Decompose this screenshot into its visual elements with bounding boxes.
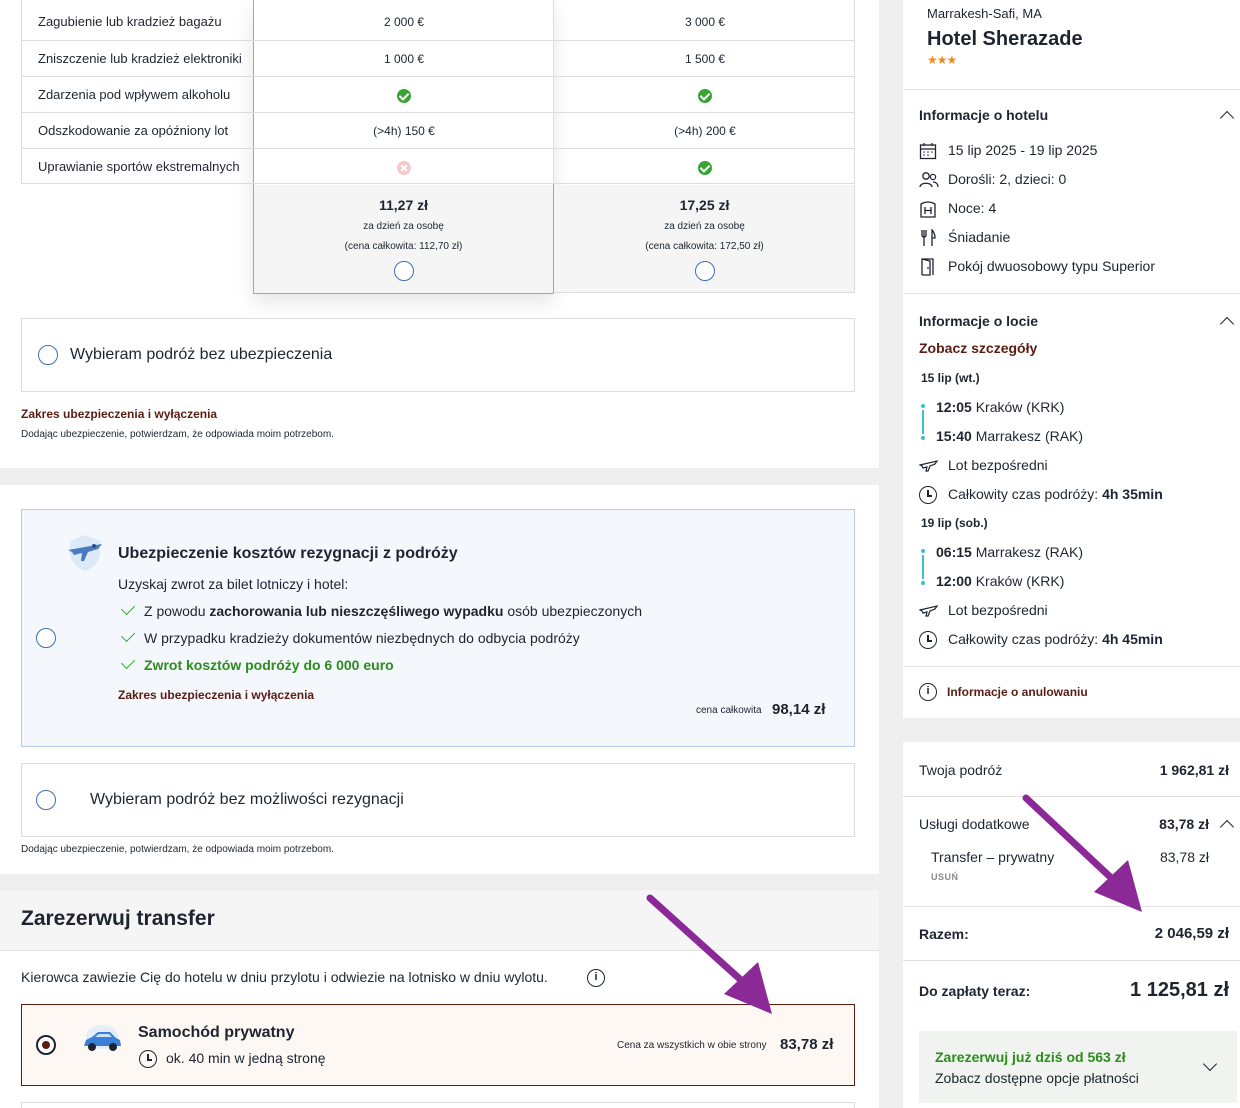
private-car-price: 83,78 zł bbox=[780, 1036, 834, 1053]
total-price: 2 046,59 zł bbox=[1154, 925, 1229, 942]
clock-icon bbox=[919, 486, 937, 504]
plan-b-radio[interactable] bbox=[695, 261, 715, 281]
route-line bbox=[921, 549, 925, 589]
no-insurance-radio[interactable] bbox=[38, 345, 58, 365]
payment-options-box[interactable] bbox=[919, 1031, 1237, 1103]
pay-now-price: 1 125,81 zł bbox=[1130, 979, 1229, 1001]
info-icon: i bbox=[919, 683, 937, 701]
check-circle-icon bbox=[698, 88, 712, 103]
hotel-name: Hotel Sherazade bbox=[927, 28, 1083, 50]
cross-circle-icon bbox=[397, 160, 411, 175]
hotel-icon bbox=[920, 201, 936, 218]
calendar-icon bbox=[919, 143, 937, 160]
cancellation-radio[interactable] bbox=[36, 628, 56, 648]
route-line bbox=[921, 404, 925, 444]
table-row: Zagubienie lub kradzież bagażu 2 000 € 3… bbox=[38, 14, 726, 29]
table-row: Odszkodowanie za opóźniony lot (>4h) 150… bbox=[21, 112, 855, 148]
cancellation-info-link[interactable]: Informacje o anulowaniu bbox=[947, 685, 1088, 699]
plane-icon bbox=[919, 460, 939, 472]
info-icon[interactable]: i bbox=[587, 969, 605, 987]
table-row: Uprawianie sportów ekstremalnych bbox=[21, 148, 855, 184]
cancellation-title: Ubezpieczenie kosztów rezygnacji z podró… bbox=[118, 545, 458, 562]
remove-transfer-link[interactable]: USUŃ bbox=[931, 872, 959, 882]
plan-a-radio[interactable] bbox=[394, 261, 414, 281]
trip-price: 1 962,81 zł bbox=[1159, 762, 1229, 778]
hotel-info-heading[interactable]: Informacje o hotelu bbox=[919, 107, 1048, 123]
annotation-arrow bbox=[1022, 794, 1142, 912]
cancellation-scope-link[interactable]: Zakres ubezpieczenia i wyłączenia bbox=[118, 688, 314, 702]
transfer-title: Zarezerwuj transfer bbox=[21, 907, 215, 930]
clock-icon bbox=[919, 631, 937, 649]
car-icon bbox=[84, 1025, 121, 1051]
people-icon bbox=[919, 172, 939, 188]
plane-shield-icon bbox=[68, 535, 102, 571]
door-icon bbox=[921, 258, 934, 276]
clock-icon bbox=[139, 1050, 157, 1068]
fork-knife-icon bbox=[921, 229, 936, 246]
cancellation-price: 98,14 zł bbox=[772, 701, 826, 718]
private-car-radio[interactable] bbox=[36, 1035, 56, 1055]
plan-a-price: 11,27 zł bbox=[378, 197, 429, 213]
private-car-title: Samochód prywatny bbox=[138, 1024, 295, 1041]
table-row: Zdarzenia pod wpływem alkoholu bbox=[21, 76, 855, 112]
insurance-scope-link[interactable]: Zakres ubezpieczenia i wyłączenia bbox=[21, 407, 217, 421]
flight-details-link[interactable]: Zobacz szczegóły bbox=[919, 340, 1037, 356]
check-circle-icon bbox=[698, 160, 712, 175]
extras-toggle[interactable]: Usługi dodatkowe bbox=[919, 816, 1030, 832]
plan-b-price: 17,25 zł bbox=[679, 197, 730, 213]
plane-icon bbox=[919, 605, 939, 617]
flight-info-heading[interactable]: Informacje o locie bbox=[919, 313, 1038, 329]
table-row: Zniszczenie lub kradzież elektroniki 1 0… bbox=[21, 40, 855, 76]
annotation-arrow bbox=[646, 894, 772, 1014]
hotel-stars: ★★★ bbox=[927, 53, 957, 67]
no-cancellation-radio[interactable] bbox=[36, 790, 56, 810]
check-circle-icon bbox=[397, 88, 411, 103]
